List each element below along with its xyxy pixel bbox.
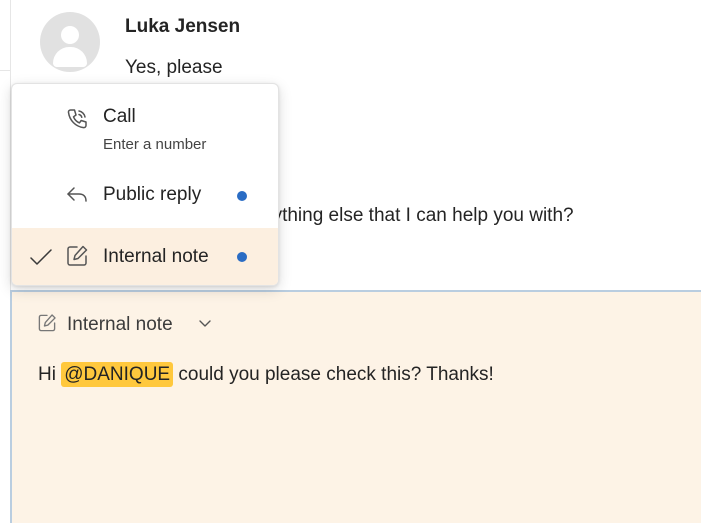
note-text-before: Hi	[38, 364, 62, 385]
menu-item-call-sublabel: Enter a number	[103, 136, 207, 153]
sender-name: Luka Jensen	[125, 16, 241, 37]
phone-icon	[67, 109, 87, 129]
avatar-head	[61, 26, 79, 44]
menu-item-call[interactable]: Call Enter a number	[12, 84, 278, 164]
reply-mode-menu: Call Enter a number Public reply Interna…	[11, 83, 279, 286]
chevron-down-icon	[199, 320, 211, 327]
agent-message-text: nything else that I can help you with?	[262, 205, 574, 226]
menu-item-internal-note[interactable]: Internal note	[12, 228, 278, 285]
menu-item-public-reply[interactable]: Public reply	[12, 170, 278, 220]
menu-item-public-reply-label: Public reply	[103, 184, 202, 205]
public-reply-status-dot	[237, 191, 247, 201]
message-text: Yes, please	[125, 57, 223, 78]
checkmark-icon	[30, 249, 52, 265]
left-divider-tick	[0, 70, 10, 71]
reply-arrow-icon	[67, 187, 87, 202]
menu-item-internal-note-label: Internal note	[103, 246, 209, 267]
menu-item-call-label: Call	[103, 106, 136, 127]
internal-note-status-dot	[237, 252, 247, 262]
note-text[interactable]: Hi @DANIQUE could you please check this?…	[38, 361, 494, 389]
note-edit-icon	[38, 314, 56, 332]
note-text-after: could you please check this? Thanks!	[173, 364, 494, 385]
avatar	[40, 12, 100, 72]
avatar-body	[53, 47, 87, 67]
note-edit-icon	[67, 245, 88, 266]
reply-mode-label: Internal note	[67, 314, 173, 335]
mention-tag[interactable]: @DANIQUE	[61, 362, 174, 387]
